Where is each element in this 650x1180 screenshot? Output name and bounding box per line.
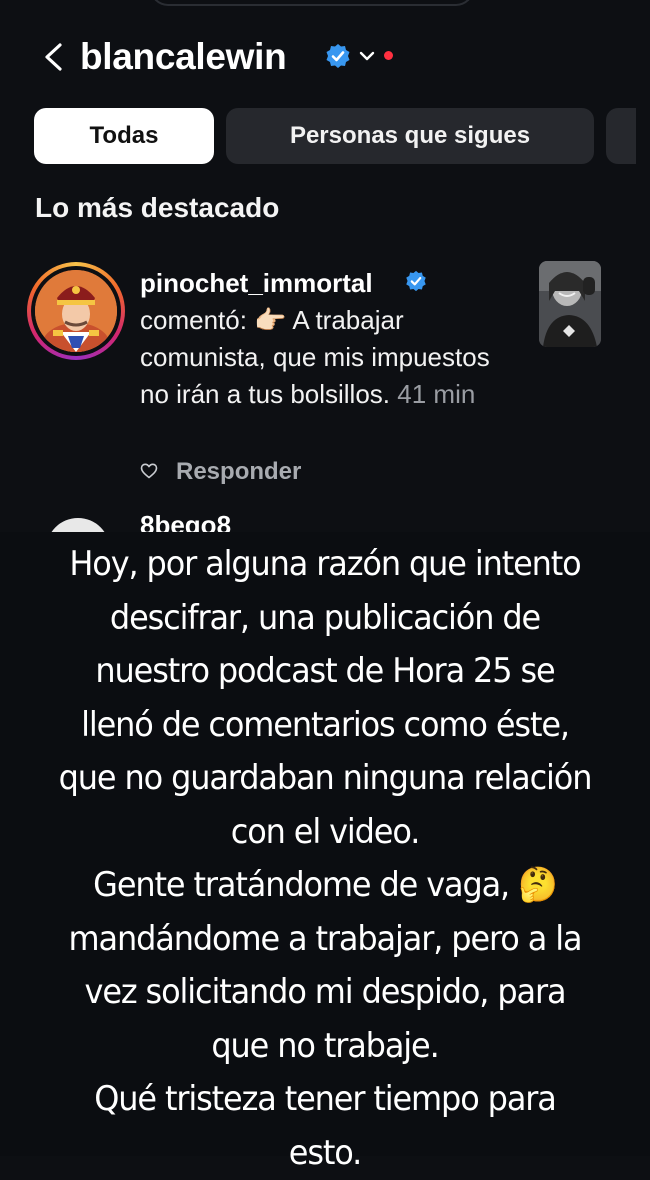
heart-icon[interactable] xyxy=(140,462,158,480)
notification-dot xyxy=(384,51,393,60)
section-title: Lo más destacado xyxy=(35,192,280,223)
avatar-image xyxy=(35,270,117,352)
chevron-down-icon[interactable] xyxy=(358,48,376,64)
header: blancalewin xyxy=(0,28,650,88)
tab-more-partial[interactable] xyxy=(606,108,636,164)
verified-icon xyxy=(406,270,426,292)
tab-personas-que-sigues[interactable]: Personas que sigues xyxy=(226,108,594,164)
comment-username[interactable]: pinochet_immortal xyxy=(140,268,373,299)
profile-username[interactable]: blancalewin xyxy=(80,36,287,78)
avatar[interactable] xyxy=(27,262,125,360)
back-icon[interactable] xyxy=(40,42,66,72)
comment-timestamp: 41 min xyxy=(397,379,476,409)
avatar-ring-gap xyxy=(31,266,121,356)
comment-body: comentó: 👉🏻 A trabajar comunista, que mi… xyxy=(140,302,490,413)
caption-paragraph: Qué tristeza tener tiempo para esto. xyxy=(94,1079,557,1173)
caption-paragraph: Hoy, por alguna razón que intento descif… xyxy=(58,544,593,852)
reply-button[interactable]: Responder xyxy=(176,458,301,486)
story-caption: Hoy, por alguna razón que intento descif… xyxy=(57,538,593,1180)
post-thumbnail[interactable] xyxy=(539,261,601,347)
filter-tabs: Todas Personas que sigues xyxy=(34,108,650,166)
verified-icon xyxy=(326,44,350,68)
tab-todas[interactable]: Todas xyxy=(34,108,214,164)
device-notch xyxy=(150,0,474,6)
caption-paragraph: Gente tratándome de vaga, 🤔 mandándome a… xyxy=(68,865,583,1066)
